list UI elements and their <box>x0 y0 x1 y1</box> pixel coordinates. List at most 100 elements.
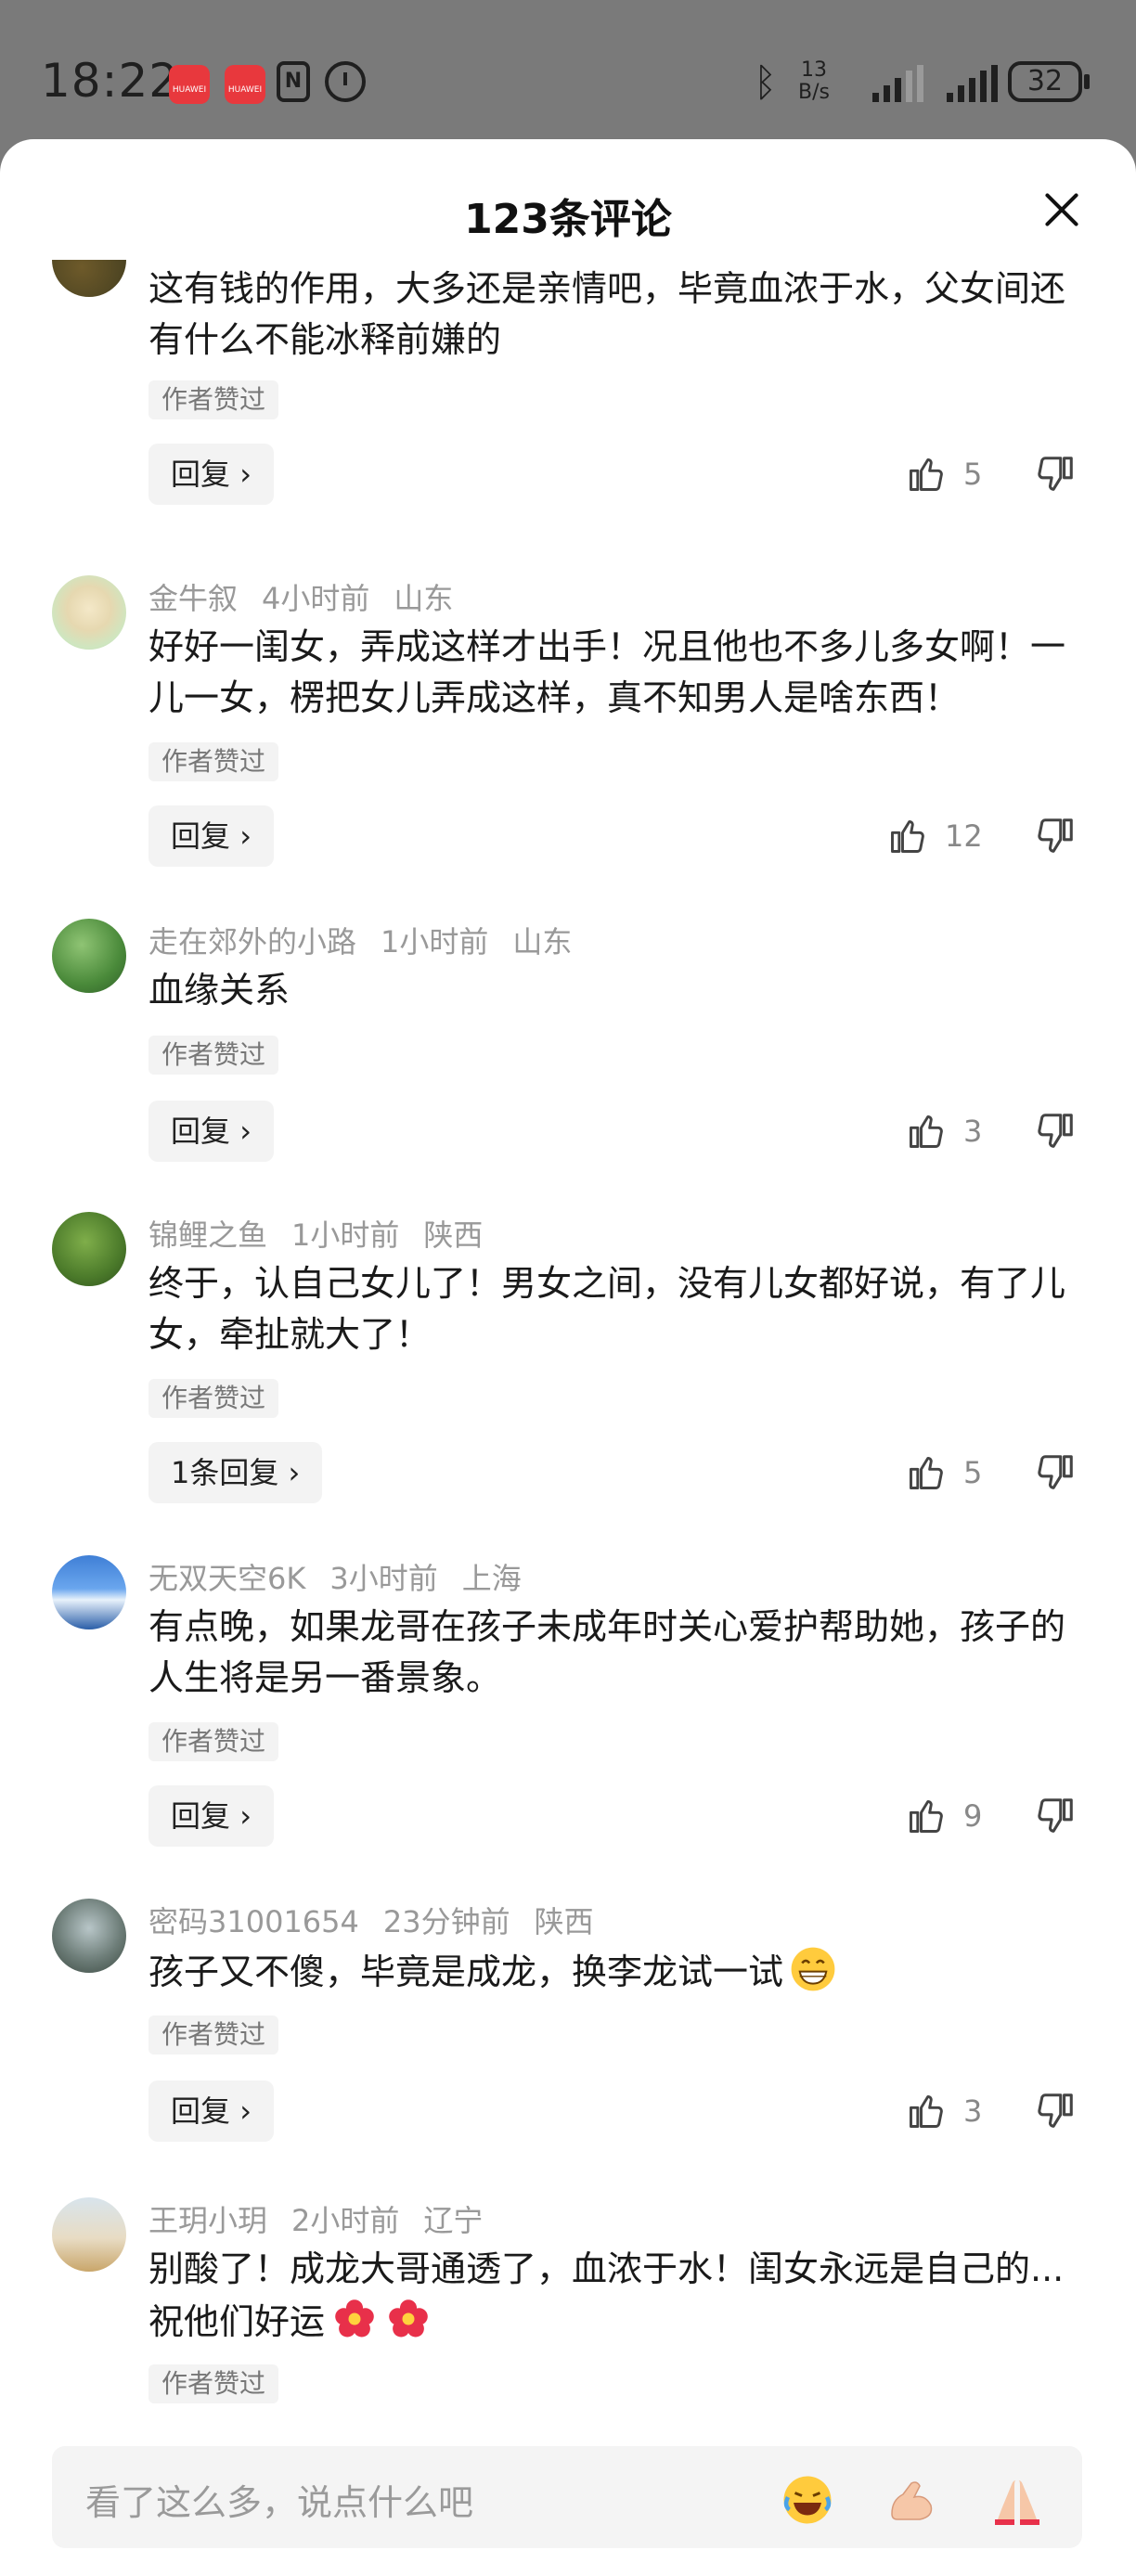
thumbs-down-icon[interactable] <box>1034 1110 1077 1153</box>
reply-label: 回复 <box>171 2093 231 2129</box>
comment-location: 陕西 <box>423 1217 484 1253</box>
signal-icon <box>872 65 923 102</box>
thumbs-up-icon <box>910 1799 943 1833</box>
signal-icon <box>947 65 998 102</box>
net-speed-value: 13 <box>800 58 827 82</box>
flower-emoji <box>389 2299 428 2338</box>
thumbs-down-icon[interactable] <box>1034 815 1077 857</box>
like-count: 9 <box>963 1798 983 1834</box>
comment-input-bar[interactable]: 看了这么多，说点什么吧 <box>52 2446 1082 2548</box>
comment-meta: 无双天空6K 3小时前 上海 <box>148 1555 546 1598</box>
thumbs-up-icon <box>910 2094 943 2128</box>
close-icon[interactable] <box>1043 191 1080 228</box>
like-count: 12 <box>945 818 983 854</box>
nfc-icon: N <box>277 61 310 102</box>
comment-text: 这有钱的作用，大多还是亲情吧，毕竟血浓于水，父女间还有什么不能冰释前嫌的 <box>148 268 1066 360</box>
alarm-icon <box>325 61 366 102</box>
username[interactable]: 走在郊外的小路 <box>148 924 356 960</box>
avatar[interactable] <box>52 260 126 297</box>
author-liked-tag: 作者赞过 <box>148 1379 279 1418</box>
reply-label: 回复 <box>171 1798 231 1834</box>
comment-text: 孩子又不傻，毕竟是成龙，换李龙试一试 <box>148 1945 1086 1998</box>
reply-label: 回复 <box>171 457 231 492</box>
thumbs-up-icon <box>910 457 943 491</box>
comment-list[interactable]: 这有钱的作用，大多还是亲情吧，毕竟血浓于水，父女间还有什么不能冰释前嫌的 作者赞… <box>0 260 1136 2422</box>
username[interactable]: 密码31001654 <box>148 1904 359 1939</box>
author-liked-tag: 作者赞过 <box>148 2016 279 2054</box>
reply-button[interactable]: 回复 › <box>148 2080 274 2142</box>
comment-time: 2小时前 <box>291 2203 400 2238</box>
username[interactable]: 无双天空6K <box>148 1561 305 1596</box>
username[interactable]: 锦鲤之鱼 <box>148 1217 267 1253</box>
reply-label: 1条回复 <box>171 1455 279 1490</box>
thumbs-up-icon <box>910 1114 943 1148</box>
like-count: 5 <box>963 1455 983 1490</box>
like-button[interactable]: 5 <box>906 444 982 505</box>
flower-emoji <box>335 2299 374 2338</box>
comment-count-title: 123条评论 <box>464 196 672 243</box>
thumbs-up-icon <box>910 1456 943 1489</box>
username[interactable]: 王玥小玥 <box>148 2203 267 2238</box>
comment-meta: 锦鲤之鱼 1小时前 陕西 <box>148 1212 507 1255</box>
bluetooth-icon: ᛒ <box>754 59 778 105</box>
reply-label: 回复 <box>171 1114 231 1149</box>
comment-text: 血缘关系 <box>148 970 290 1011</box>
huawei-badge-text: HUAWEI <box>227 85 263 95</box>
net-speed: 13 B/s <box>798 59 830 104</box>
like-count: 3 <box>963 1114 983 1149</box>
comment-location: 山东 <box>512 924 573 960</box>
avatar[interactable] <box>52 1212 126 1286</box>
pray-emoji[interactable] <box>989 2472 1045 2528</box>
author-liked-tag: 作者赞过 <box>148 1722 279 1761</box>
huawei-badge-text: HUAWEI <box>172 85 207 95</box>
like-button[interactable]: 9 <box>906 1785 982 1847</box>
comment-input-placeholder[interactable]: 看了这么多，说点什么吧 <box>85 2474 473 2525</box>
thumbs-down-icon[interactable] <box>1034 453 1077 496</box>
thumbs-down-icon[interactable] <box>1034 1795 1077 1837</box>
like-button[interactable]: 3 <box>906 2080 982 2142</box>
like-button[interactable]: 12 <box>887 805 983 867</box>
comment-meta: 密码31001654 23分钟前 陕西 <box>148 1899 618 1941</box>
replies-button[interactable]: 1条回复 › <box>148 1442 323 1503</box>
comment-time: 1小时前 <box>291 1217 400 1253</box>
comment-time: 3小时前 <box>329 1561 438 1596</box>
thumbs-down-icon[interactable] <box>1034 1451 1077 1494</box>
like-count: 3 <box>963 2093 983 2129</box>
comment-sheet: 123条评论 这有钱的作用，大多还是亲情吧，毕竟血浓于水，父女间还有什么不能冰释… <box>0 139 1136 2576</box>
comment-location: 上海 <box>461 1561 522 1596</box>
author-liked-tag: 作者赞过 <box>148 380 279 419</box>
thumbs-up-icon <box>891 819 924 853</box>
author-liked-tag: 作者赞过 <box>148 1036 279 1075</box>
comment-meta: 王玥小玥 2小时前 辽宁 <box>148 2197 507 2240</box>
comment-text-content: 别酸了！成龙大哥通透了，血浓于水！闺女永远是自己的... 祝他们好运 <box>148 2248 1065 2342</box>
like-button[interactable]: 3 <box>906 1101 982 1162</box>
reply-button[interactable]: 回复 › <box>148 1785 274 1847</box>
status-time: 18:22 <box>41 54 180 108</box>
like-button[interactable]: 5 <box>906 1442 982 1503</box>
reply-button[interactable]: 回复 › <box>148 805 274 867</box>
thumbs-down-icon[interactable] <box>1034 2090 1077 2132</box>
comment-time: 4小时前 <box>262 581 370 616</box>
comment-location: 陕西 <box>534 1904 594 1939</box>
comment-text: 终于，认自己女儿了！男女之间，没有儿女都好说，有了儿女，牵扯就大了！ <box>148 1263 1066 1355</box>
comment-text: 有点晚，如果龙哥在孩子未成年时关心爱护帮助她，孩子的人生将是另一番景象。 <box>148 1606 1066 1698</box>
huawei-app-icon: HUAWEI <box>169 65 210 104</box>
username[interactable]: 金牛叙 <box>148 581 238 616</box>
avatar[interactable] <box>52 1899 126 1973</box>
comment-meta: 金牛叙 4小时前 山东 <box>148 575 477 618</box>
reply-button[interactable]: 回复 › <box>148 1101 274 1162</box>
avatar[interactable] <box>52 1555 126 1629</box>
comment-text-content: 孩子又不傻，毕竟是成龙，换李龙试一试 <box>148 1951 784 1992</box>
grin-emoji <box>791 1947 835 1991</box>
like-count: 5 <box>963 457 983 492</box>
avatar[interactable] <box>52 575 126 650</box>
comment-location: 山东 <box>394 581 454 616</box>
laugh-cry-emoji[interactable] <box>780 2472 835 2528</box>
muscle-emoji[interactable] <box>884 2472 939 2528</box>
comment-meta: 走在郊外的小路 1小时前 山东 <box>148 919 596 961</box>
author-liked-tag: 作者赞过 <box>148 742 279 781</box>
comment-time: 23分钟前 <box>382 1904 510 1939</box>
reply-button[interactable]: 回复 › <box>148 444 274 505</box>
avatar[interactable] <box>52 919 126 993</box>
avatar[interactable] <box>52 2197 126 2272</box>
